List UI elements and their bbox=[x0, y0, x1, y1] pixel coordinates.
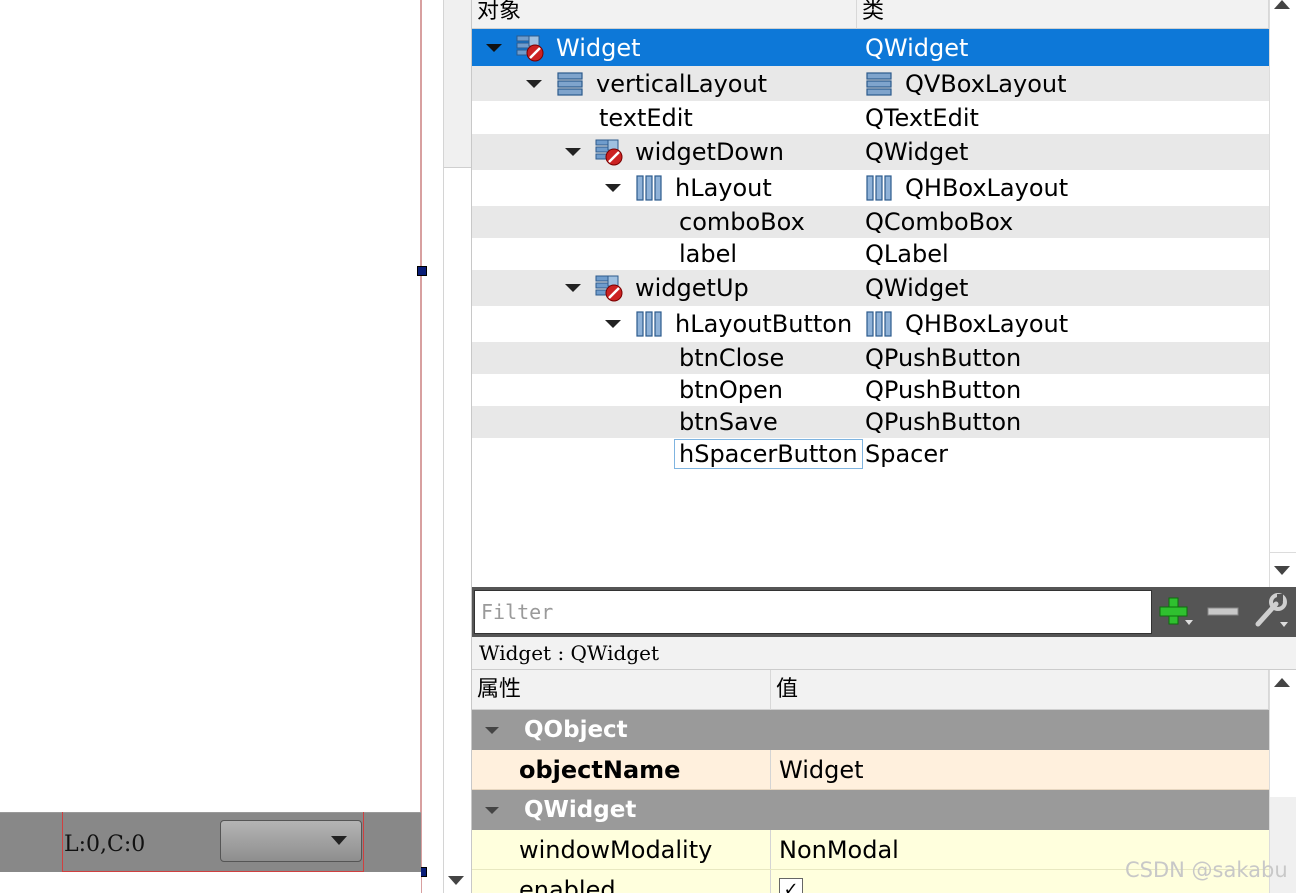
object-class: Spacer bbox=[865, 440, 949, 468]
checkmark-icon: ✓ bbox=[783, 879, 799, 893]
hbox-layout-icon bbox=[635, 174, 663, 202]
property-row[interactable]: objectName Widget bbox=[472, 750, 1269, 790]
watermark: CSDN @sakabu bbox=[1125, 858, 1288, 882]
tree-scrollbar[interactable] bbox=[1269, 0, 1296, 587]
form-edge bbox=[420, 0, 422, 893]
scrollbar-thumb[interactable] bbox=[444, 0, 471, 168]
expand-arrow-icon[interactable] bbox=[565, 284, 581, 292]
column-header-property[interactable]: 属性 bbox=[472, 670, 771, 710]
object-name: Widget bbox=[556, 33, 641, 62]
scroll-up-icon[interactable] bbox=[1274, 0, 1290, 9]
minus-icon[interactable] bbox=[1205, 594, 1243, 630]
object-name: hLayoutButton bbox=[675, 310, 853, 338]
object-name: btnSave bbox=[679, 408, 778, 436]
resize-handle-right[interactable] bbox=[417, 266, 427, 276]
property-name: windowModality bbox=[519, 835, 713, 864]
group-label: QWidget bbox=[524, 797, 637, 823]
widget-icon bbox=[595, 138, 623, 166]
object-class: QLabel bbox=[865, 240, 949, 268]
hbox-layout-icon bbox=[635, 310, 663, 338]
vbox-layout-icon bbox=[865, 70, 893, 98]
object-class: QTextEdit bbox=[865, 103, 979, 132]
form-bottom-margin bbox=[0, 872, 421, 893]
hbox-layout-icon bbox=[865, 174, 893, 202]
expand-arrow-icon[interactable] bbox=[565, 148, 581, 156]
object-name: widgetDown bbox=[635, 138, 784, 166]
property-group-qobject[interactable]: QObject bbox=[472, 710, 1269, 750]
tree-row[interactable]: Widget QWidget bbox=[472, 29, 1269, 66]
object-class: QWidget bbox=[865, 138, 969, 166]
cursor-position-label: L:0,C:0 bbox=[64, 832, 146, 857]
property-value[interactable]: Widget bbox=[779, 756, 864, 784]
tree-row[interactable]: label QLabel bbox=[472, 238, 1269, 270]
object-name: btnOpen bbox=[679, 376, 783, 404]
tree-row[interactable]: widgetDown QWidget bbox=[472, 134, 1269, 170]
filter-input[interactable] bbox=[474, 590, 1152, 634]
tree-row[interactable]: hLayout QHBoxLayout bbox=[472, 170, 1269, 206]
plus-icon[interactable] bbox=[1157, 594, 1195, 630]
tree-row[interactable]: verticalLayout QVBoxLayout bbox=[472, 66, 1269, 101]
scroll-down-icon[interactable] bbox=[1274, 566, 1290, 575]
object-class: QPushButton bbox=[865, 376, 1022, 404]
expand-arrow-icon[interactable] bbox=[485, 726, 499, 734]
object-name: comboBox bbox=[679, 208, 805, 236]
enabled-checkbox[interactable]: ✓ bbox=[779, 878, 803, 893]
object-class: QVBoxLayout bbox=[905, 69, 1067, 98]
expand-arrow-icon[interactable] bbox=[605, 320, 621, 328]
object-inspector-tree[interactable]: 对象 类 Widget QWidget verticalLayout QVBox… bbox=[472, 0, 1269, 587]
tree-row[interactable]: comboBox QComboBox bbox=[472, 206, 1269, 238]
scroll-up-icon[interactable] bbox=[1274, 678, 1290, 687]
object-class: QHBoxLayout bbox=[905, 310, 1069, 338]
widget-icon bbox=[516, 34, 544, 62]
tree-row[interactable]: btnClose QPushButton bbox=[472, 342, 1269, 374]
tree-row[interactable]: widgetUp QWidget bbox=[472, 270, 1269, 306]
column-divider bbox=[770, 830, 771, 869]
expand-arrow-icon[interactable] bbox=[485, 806, 499, 814]
column-header-value[interactable]: 值 bbox=[771, 670, 1269, 710]
form-canvas[interactable] bbox=[0, 0, 421, 812]
scrollbar-divider bbox=[1269, 552, 1296, 553]
expand-arrow-icon[interactable] bbox=[486, 43, 502, 52]
scrollbar-thumb[interactable] bbox=[1270, 697, 1296, 797]
object-name: widgetUp bbox=[635, 274, 749, 302]
object-name: textEdit bbox=[599, 103, 693, 132]
object-name-editor[interactable]: hSpacerButton bbox=[674, 439, 863, 469]
expand-arrow-icon[interactable] bbox=[526, 79, 542, 88]
chevron-down-icon[interactable] bbox=[331, 836, 347, 845]
object-class: QPushButton bbox=[865, 408, 1022, 436]
property-name: objectName bbox=[519, 755, 681, 784]
tree-row[interactable]: hLayoutButton QHBoxLayout bbox=[472, 306, 1269, 342]
object-class: QHBoxLayout bbox=[905, 174, 1069, 202]
widget-icon bbox=[595, 274, 623, 302]
column-divider bbox=[770, 870, 771, 893]
wrench-icon[interactable] bbox=[1250, 592, 1290, 632]
column-header-class[interactable]: 类 bbox=[857, 0, 1269, 29]
object-name: verticalLayout bbox=[596, 69, 768, 98]
column-divider bbox=[770, 750, 771, 789]
object-class: QWidget bbox=[865, 274, 969, 302]
property-value[interactable]: NonModal bbox=[779, 836, 899, 864]
object-class: QPushButton bbox=[865, 344, 1022, 372]
tree-row[interactable]: textEdit QTextEdit bbox=[472, 101, 1269, 134]
property-name: enabled bbox=[519, 876, 616, 893]
object-name: btnClose bbox=[679, 344, 785, 372]
column-header-object[interactable]: 对象 bbox=[472, 0, 857, 29]
object-name: label bbox=[679, 240, 738, 268]
object-class: QWidget bbox=[865, 33, 969, 62]
tree-row[interactable]: hSpacerButton Spacer bbox=[472, 438, 1269, 470]
object-class: QComboBox bbox=[865, 208, 1014, 236]
tree-row[interactable]: btnSave QPushButton bbox=[472, 406, 1269, 438]
object-name: hLayout bbox=[675, 174, 772, 202]
vbox-layout-icon bbox=[556, 70, 584, 98]
hbox-layout-icon bbox=[865, 310, 893, 338]
property-group-qwidget[interactable]: QWidget bbox=[472, 790, 1269, 830]
property-editor-class-label: Widget : QWidget bbox=[472, 637, 1296, 670]
scroll-down-icon[interactable] bbox=[448, 876, 464, 885]
group-label: QObject bbox=[524, 717, 628, 743]
expand-arrow-icon[interactable] bbox=[605, 184, 621, 192]
tree-row[interactable]: btnOpen QPushButton bbox=[472, 374, 1269, 406]
